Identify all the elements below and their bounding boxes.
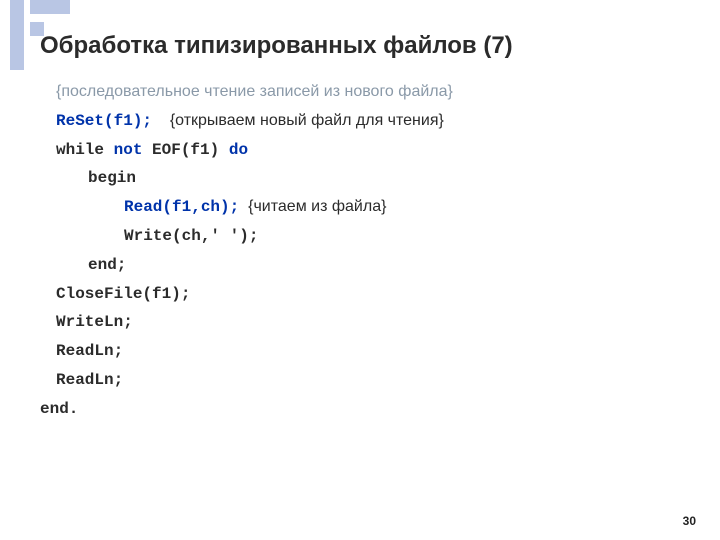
code-writeln: WriteLn; <box>56 308 688 337</box>
page-number: 30 <box>683 514 696 528</box>
code-while: while not EOF(f1) do <box>56 136 688 165</box>
code-write: Write(ch,' '); <box>124 222 688 251</box>
code-end: end. <box>40 395 688 424</box>
code-reset: ReSet(f1); <box>56 112 152 130</box>
code-end-inner: end; <box>88 251 688 280</box>
code-readln2: ReadLn; <box>56 366 688 395</box>
code-closefile: CloseFile(f1); <box>56 280 688 309</box>
code-readln1: ReadLn; <box>56 337 688 366</box>
code-read: Read(f1,ch); <box>124 198 239 216</box>
code-read-comment: {читаем из файла} <box>244 198 387 215</box>
code-block: {последовательное чтение записей из ново… <box>40 78 688 424</box>
page-title: Обработка типизированных файлов (7) <box>40 32 513 60</box>
code-reset-comment: {открываем новый файл для чтения} <box>156 112 443 129</box>
code-begin: begin <box>88 164 688 193</box>
top-comment: {последовательное чтение записей из ново… <box>56 78 688 107</box>
